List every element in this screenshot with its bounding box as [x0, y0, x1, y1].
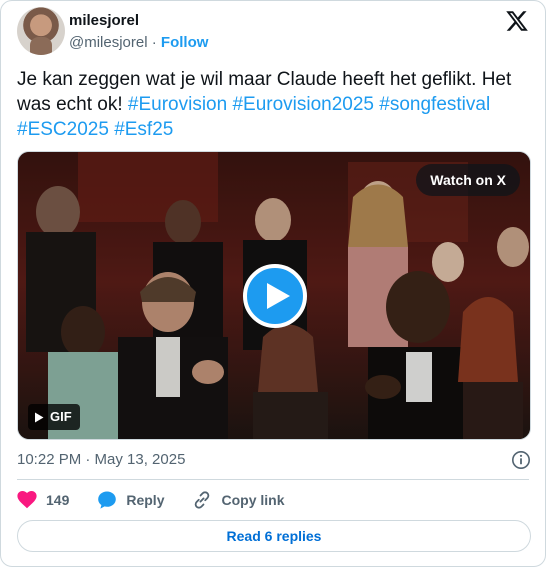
- copy-link-button[interactable]: Copy link: [192, 490, 285, 510]
- link-icon: [195, 491, 210, 509]
- like-count: 149: [46, 492, 70, 508]
- separator-dot: ·: [151, 34, 157, 51]
- hashtag-eurovision[interactable]: #Eurovision: [128, 94, 227, 115]
- divider: [17, 479, 529, 480]
- hashtag-eurovision2025[interactable]: #Eurovision2025: [232, 94, 374, 115]
- reply-label: Reply: [126, 492, 165, 508]
- tweet-text: Je kan zeggen wat je wil maar Claude hee…: [17, 67, 527, 142]
- tweet-card: milesjorel @milesjorel · Follow Je kan z…: [0, 0, 546, 567]
- gif-label: GIF: [50, 409, 72, 424]
- like-button[interactable]: 149: [17, 491, 69, 509]
- author-display-name[interactable]: milesjorel: [69, 11, 208, 30]
- copy-link-label: Copy link: [221, 492, 285, 508]
- hashtag-esc2025[interactable]: #ESC2025: [17, 119, 109, 140]
- x-logo-icon[interactable]: [505, 9, 529, 33]
- tweet-header: milesjorel @milesjorel · Follow: [17, 7, 531, 57]
- hashtag-songfestival[interactable]: #songfestival: [379, 94, 490, 115]
- play-small-icon: [35, 412, 44, 422]
- reply-button[interactable]: Reply: [97, 490, 164, 510]
- author-handle[interactable]: @milesjorel: [69, 34, 148, 51]
- timestamp-row: 10:22 PM · May 13, 2025: [17, 450, 531, 472]
- play-button[interactable]: [243, 264, 307, 328]
- speech-bubble-icon: [98, 491, 117, 509]
- info-icon[interactable]: [511, 450, 531, 470]
- author-handle-row: @milesjorel · Follow: [69, 33, 208, 53]
- avatar[interactable]: [17, 7, 65, 55]
- tweet-timestamp[interactable]: 10:22 PM · May 13, 2025: [17, 451, 185, 468]
- follow-button[interactable]: Follow: [161, 34, 209, 51]
- hashtag-esf25[interactable]: #Esf25: [114, 119, 173, 140]
- watch-on-x-button[interactable]: Watch on X: [416, 164, 520, 196]
- gif-badge[interactable]: GIF: [28, 404, 80, 430]
- author-info: milesjorel @milesjorel · Follow: [69, 11, 208, 53]
- read-replies-button[interactable]: Read 6 replies: [17, 520, 531, 552]
- play-icon: [267, 283, 290, 309]
- action-bar: 149 Reply Copy link: [17, 487, 313, 513]
- gif-media[interactable]: Watch on X GIF: [17, 151, 531, 440]
- heart-icon: [17, 491, 37, 509]
